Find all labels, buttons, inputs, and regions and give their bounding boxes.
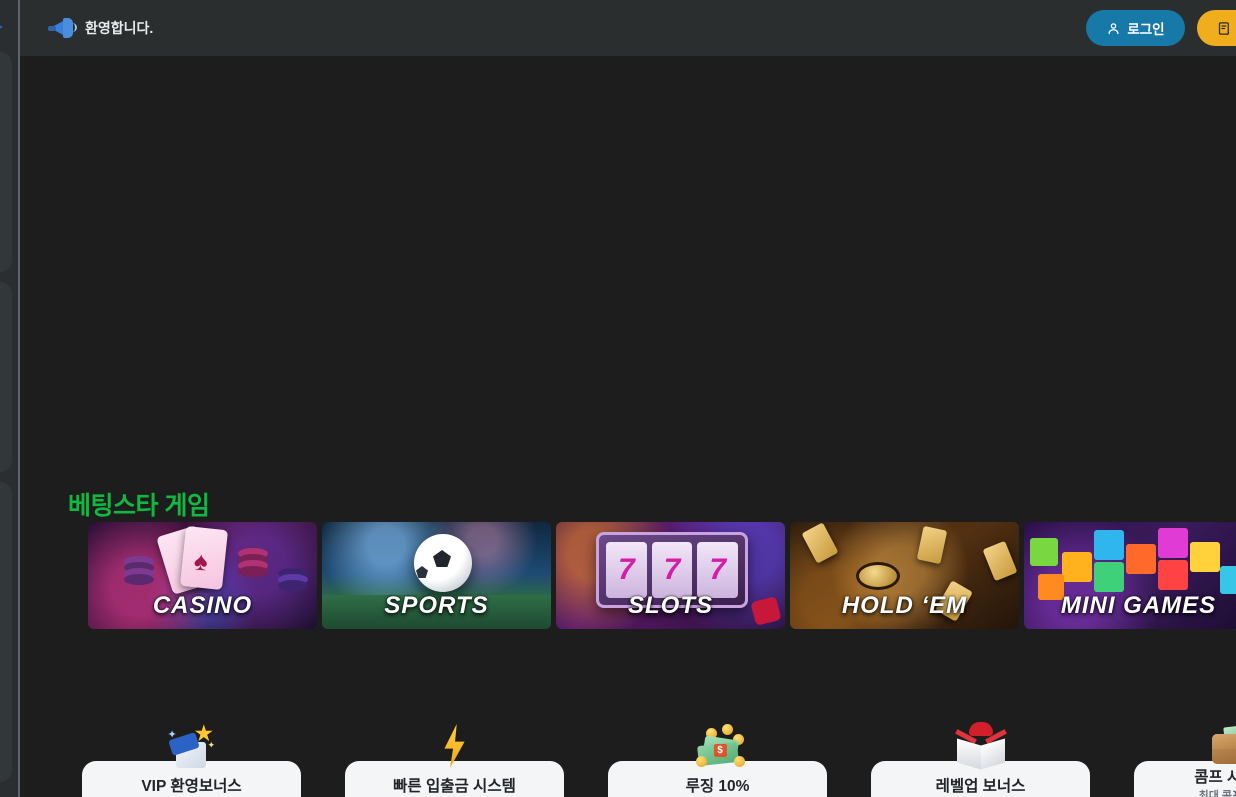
money-cash-icon: $ <box>688 720 748 772</box>
notice-banner: 환영합니다. <box>46 15 153 41</box>
game-card-label: CASINO <box>152 592 253 619</box>
benefit-subtitle: 최대 콤프 지급 <box>1198 790 1236 797</box>
benefit-title: VIP 환영보너스 <box>141 777 242 795</box>
top-header-bar: 환영합니다. 로그인 회 <box>20 0 1236 56</box>
benefit-title: 레벨업 보너스 <box>935 777 1026 795</box>
benefit-title: 루징 10% <box>685 777 750 795</box>
game-card-label: MINI GAMES <box>1060 592 1217 619</box>
game-card-label: SLOTS <box>627 592 713 619</box>
megaphone-icon <box>46 15 77 41</box>
game-card-casino[interactable]: ♠ CASINO <box>88 522 317 629</box>
game-card-label: SPORTS <box>384 592 489 619</box>
register-form-icon <box>1218 21 1229 35</box>
game-card-label: HOLD ‘EM <box>841 592 968 619</box>
sidebar-panel-2[interactable] <box>0 282 12 472</box>
benefit-card-losing-cashback[interactable]: $ 루징 10% 잃은 금액의 최대 10%까지 <box>608 724 827 797</box>
open-gift-box-icon <box>951 720 1011 772</box>
user-icon <box>1108 22 1119 34</box>
game-card-row: ♠ CASINO SPORTS 777 SLOTS HOLD ‘EM MINI … <box>88 522 1236 629</box>
left-sidebar-clipped[interactable] <box>0 0 18 797</box>
game-card-sports[interactable]: SPORTS <box>322 522 551 629</box>
game-card-slots[interactable]: 777 SLOTS <box>556 522 785 629</box>
benefit-card-levelup-bonus[interactable]: 레벨업 보너스 레벨업 시 다양한 보너스 증정 <box>871 722 1090 797</box>
sidebar-collapse-arrow-icon[interactable] <box>0 22 3 32</box>
game-card-mini-games[interactable]: MINI GAMES <box>1024 522 1236 629</box>
benefit-title: 빠른 입출금 시스템 <box>393 777 516 795</box>
login-button[interactable]: 로그인 <box>1086 10 1185 46</box>
game-card-holdem[interactable]: HOLD ‘EM <box>790 522 1019 629</box>
benefit-card-row: ✦ ★✦ VIP 환영보너스 카지노 및 스포츠 보너스 빠른 입출금 시스템 … <box>82 722 1236 797</box>
notice-text: 환영합니다. <box>85 20 154 36</box>
login-button-label: 로그인 <box>1127 22 1165 37</box>
hero-banner-placeholder[interactable] <box>20 56 1236 411</box>
sidebar-panel-1[interactable] <box>0 52 12 272</box>
benefit-card-comp-system[interactable]: 콤프 시스템 최대 콤프 지급 추천인 롤링 지급 <box>1134 724 1236 797</box>
header-actions: 로그인 회 <box>1086 10 1236 46</box>
sidebar-divider <box>18 0 20 797</box>
main-content: 베팅스타 게임 ♠ CASINO SPORTS 777 SLOTS HOLD ‘… <box>20 56 1236 797</box>
gift-star-icon: ✦ ★ ✦ <box>162 720 222 772</box>
benefit-card-fast-deposit-withdrawal[interactable]: 빠른 입출금 시스템 비교불가 입출금 소요시간 <box>345 724 564 797</box>
games-section-title: 베팅스타 게임 <box>68 492 210 520</box>
benefit-card-vip-welcome-bonus[interactable]: ✦ ★✦ VIP 환영보너스 카지노 및 스포츠 보너스 <box>82 722 301 797</box>
benefit-title: 콤프 시스템 <box>1194 769 1236 787</box>
wallet-icon <box>1202 720 1236 772</box>
sidebar-panel-3[interactable] <box>0 482 12 782</box>
signup-button[interactable]: 회 <box>1196 10 1236 46</box>
lightning-bolt-icon <box>425 720 485 772</box>
